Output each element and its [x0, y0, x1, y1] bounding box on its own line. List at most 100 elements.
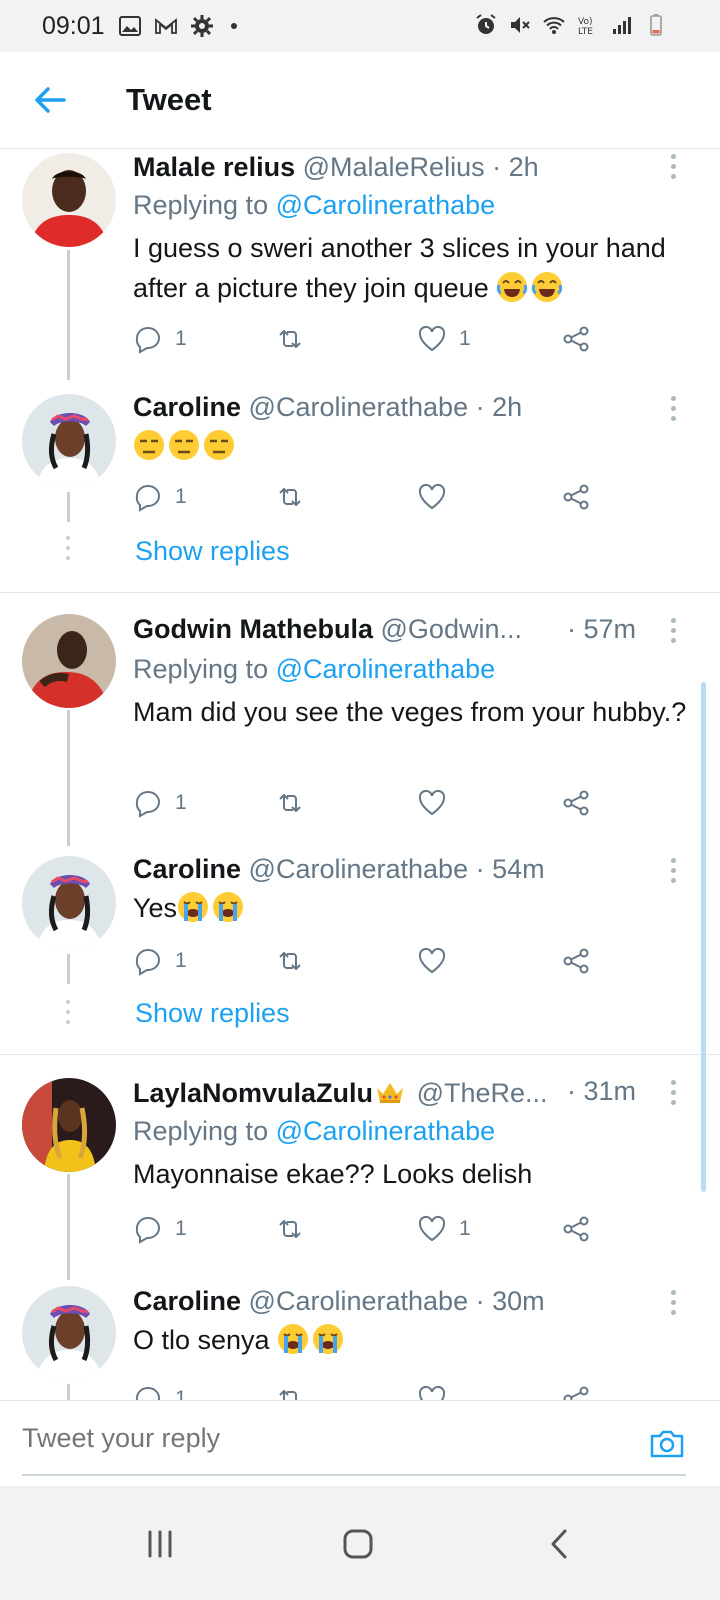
replying-label: Replying to [133, 190, 276, 220]
reply-button[interactable]: 1 [133, 1212, 187, 1246]
more-options-icon[interactable] [669, 154, 677, 184]
nav-back-icon[interactable] [540, 1524, 580, 1564]
top-app-bar: Tweet [0, 52, 720, 149]
retweet-icon [279, 1220, 301, 1238]
reply-count: 1 [175, 485, 187, 508]
system-nav-bar [0, 1486, 720, 1600]
avatar[interactable] [22, 1286, 116, 1380]
like-button[interactable]: 1 [417, 322, 471, 356]
user-handle[interactable]: @Carolinerathabe [249, 854, 469, 884]
timestamp: · 31m [567, 1076, 637, 1106]
display-name[interactable]: LaylaNomvulaZulu [133, 1078, 373, 1108]
show-replies-link[interactable]: Show replies [135, 998, 290, 1029]
reply-count: 1 [175, 1217, 187, 1240]
retweet-button[interactable] [275, 322, 317, 356]
share-button[interactable] [561, 480, 591, 514]
retweet-button[interactable] [275, 480, 317, 514]
more-options-icon[interactable] [669, 1080, 677, 1110]
reply-button[interactable]: 1 [133, 480, 187, 514]
share-icon [563, 948, 589, 974]
display-name[interactable]: Caroline [133, 392, 241, 422]
user-handle[interactable]: @Godwin... [381, 614, 522, 644]
reply-count: 1 [175, 791, 187, 814]
avatar[interactable] [22, 856, 116, 950]
avatar[interactable] [22, 614, 116, 708]
avatar[interactable] [22, 1078, 116, 1172]
share-button[interactable] [561, 322, 591, 356]
user-handle[interactable]: @Carolinerathabe [249, 392, 469, 422]
display-name[interactable]: Caroline [133, 1286, 241, 1316]
divider [0, 1054, 720, 1055]
mention-link[interactable]: @Carolinerathabe [276, 1116, 496, 1146]
more-options-icon[interactable] [669, 858, 677, 888]
retweet-icon [279, 488, 301, 506]
more-options-icon[interactable] [669, 1290, 677, 1320]
tweet-header: LaylaNomvulaZulu @TheRe... [133, 1076, 548, 1109]
more-options-icon[interactable] [669, 618, 677, 648]
tweet-item[interactable]: Caroline @Carolinerathabe · 54m Yes 1 Sh… [0, 854, 720, 1054]
alarm-icon [476, 14, 496, 34]
display-name[interactable]: Caroline [133, 854, 241, 884]
share-button[interactable] [561, 944, 591, 978]
replies-feed[interactable]: Malale relius @MalaleRelius · 2h Replyin… [0, 150, 720, 1426]
thread-dots [66, 1000, 70, 1030]
timestamp: · 54m [475, 854, 545, 884]
tweet-header: Godwin Mathebula @Godwin... [133, 614, 522, 645]
avatar[interactable] [22, 153, 116, 247]
user-handle[interactable]: @Carolinerathabe [249, 1286, 469, 1316]
thread-dots [66, 536, 70, 566]
retweet-button[interactable] [275, 944, 317, 978]
replying-to: Replying to @Carolinerathabe [133, 190, 495, 221]
dot-icon [231, 23, 237, 29]
like-button[interactable] [417, 944, 459, 978]
user-handle[interactable]: @TheRe... [417, 1078, 548, 1108]
tweet-text: O tlo senya [133, 1320, 693, 1360]
mention-link[interactable]: @Carolinerathabe [276, 190, 496, 220]
avatar[interactable] [22, 394, 116, 488]
settings-icon [191, 15, 213, 37]
retweet-button[interactable] [275, 786, 317, 820]
reply-icon [135, 485, 160, 512]
share-icon [563, 326, 589, 352]
back-arrow-icon[interactable] [30, 80, 70, 120]
reply-button[interactable]: 1 [133, 786, 187, 820]
camera-icon[interactable] [648, 1425, 686, 1463]
like-button[interactable] [417, 786, 459, 820]
thread-line [67, 710, 70, 846]
thread-line [67, 492, 70, 522]
reply-count: 1 [175, 327, 187, 350]
like-count: 1 [459, 1217, 471, 1240]
mention-link[interactable]: @Carolinerathabe [276, 654, 496, 684]
tweet-text: Yes [133, 888, 693, 928]
user-handle[interactable]: @MalaleRelius [303, 152, 485, 182]
heart-icon [418, 789, 446, 816]
loudly-crying-face-icon [278, 1324, 309, 1354]
retweet-button[interactable] [275, 1212, 317, 1246]
scrollbar[interactable] [701, 682, 706, 1192]
tweet-item[interactable]: Godwin Mathebula @Godwin... · 57m Replyi… [0, 612, 720, 846]
replying-label: Replying to [133, 654, 276, 684]
tweet-text: Mayonnaise ekae?? Looks delish [133, 1159, 533, 1189]
tweet-item[interactable]: LaylaNomvulaZulu @TheRe... · 31m Replyin… [0, 1076, 720, 1280]
tweet-item[interactable]: Malale relius @MalaleRelius · 2h Replyin… [0, 150, 720, 380]
gallery-icon [119, 16, 141, 36]
more-options-icon[interactable] [669, 396, 677, 426]
like-button[interactable] [417, 480, 459, 514]
svg-text:Vo): Vo) [578, 17, 592, 27]
tweet-item[interactable]: Caroline @Carolinerathabe · 2h 1 Show re… [0, 390, 720, 590]
display-name[interactable]: Malale relius [133, 152, 295, 182]
timestamp: · 2h [492, 152, 539, 182]
reply-button[interactable]: 1 [133, 322, 187, 356]
share-button[interactable] [561, 786, 591, 820]
show-replies-link[interactable]: Show replies [135, 536, 290, 567]
home-icon[interactable] [338, 1524, 378, 1564]
tweet-text: I guess o sweri another 3 slices in your… [133, 228, 693, 308]
recent-apps-icon[interactable] [140, 1524, 180, 1564]
share-button[interactable] [561, 1212, 591, 1246]
display-name[interactable]: Godwin Mathebula [133, 614, 373, 644]
like-button[interactable]: 1 [417, 1212, 471, 1246]
reply-input[interactable] [22, 1423, 622, 1454]
loudly-crying-face-icon [213, 892, 244, 922]
replying-to: Replying to @Carolinerathabe [133, 654, 495, 685]
reply-button[interactable]: 1 [133, 944, 187, 978]
